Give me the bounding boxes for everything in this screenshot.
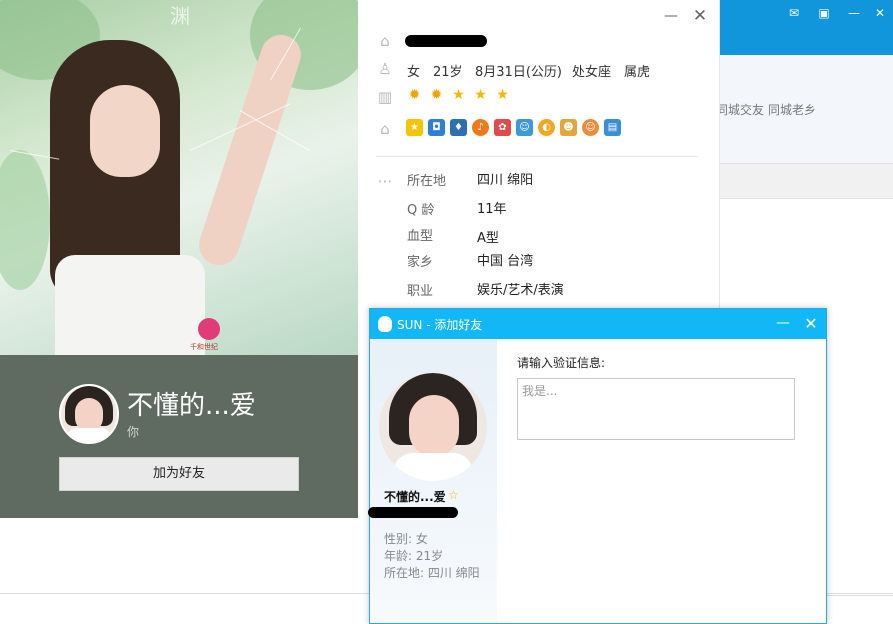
- id-icon[interactable]: ▤: [604, 119, 621, 136]
- age: 21岁: [433, 65, 463, 80]
- constellation: 处女座: [572, 65, 612, 80]
- close-icon[interactable]: ✕: [872, 6, 888, 20]
- dialog-location: 所在地: 四川 绵阳: [384, 566, 480, 580]
- hometown-label: 家乡: [407, 255, 434, 270]
- photo-dress: [55, 255, 205, 355]
- photo-face: [90, 85, 160, 177]
- game-icon[interactable]: ✿: [494, 119, 511, 136]
- avatar-shirt: [67, 428, 111, 442]
- background-title-bar: ✉ ▣ — ✕: [700, 0, 893, 55]
- profile-card: 不懂的...爱 你 加为好友: [0, 355, 358, 518]
- avatar[interactable]: [59, 384, 119, 444]
- hometown-value: 中国 台湾: [477, 254, 534, 269]
- profile-cover-photo: 渊 千和世纪: [0, 0, 358, 355]
- avatar-face: [75, 398, 103, 432]
- avatar[interactable]: [379, 373, 487, 481]
- redacted-qq-number: [368, 507, 458, 518]
- qq-age-value: 11年: [477, 202, 507, 217]
- qq-penguin-icon: [378, 316, 392, 332]
- level-bars-icon: ▥: [377, 88, 393, 106]
- link-hometown[interactable]: 同城老乡: [768, 101, 816, 118]
- photo-arm: [193, 29, 307, 271]
- dialog-age: 年龄: 21岁: [384, 549, 444, 563]
- feedback-icon[interactable]: ✉: [786, 6, 802, 20]
- photo-logo-text: 千和世纪: [190, 343, 218, 351]
- star-icon[interactable]: ★: [472, 87, 489, 104]
- lock-icon[interactable]: ▣: [816, 6, 832, 20]
- star-icon[interactable]: ★: [494, 87, 511, 104]
- dialog-title: SUN - 添加好友: [397, 318, 483, 332]
- foliage: [0, 150, 50, 290]
- profile-info-panel: — ✕ ⌂ ♙ 女 21岁 8月31日(公历) 处女座 属虎 ▥ ✹ ✹ ★ ★…: [358, 0, 720, 310]
- photo-icon[interactable]: ◘: [428, 119, 445, 136]
- more-icon: ⋯: [377, 172, 393, 190]
- face-icon[interactable]: ☺: [582, 119, 599, 136]
- profile-nickname: 不懂的...爱: [127, 391, 256, 421]
- photo-logo-icon: [198, 318, 220, 340]
- redacted-qq-number: [405, 35, 487, 47]
- minimize-icon[interactable]: —: [775, 315, 791, 331]
- link-local-friends[interactable]: 同城交友: [716, 101, 764, 118]
- dialog-profile-sidebar: 不懂的...爱 ☆ 性别: 女 年龄: 21岁 所在地: 四川 绵阳: [368, 339, 497, 623]
- qq-age-label: Q 龄: [407, 203, 435, 218]
- sun-icon[interactable]: ✹: [428, 87, 445, 104]
- dialog-nickname: 不懂的...爱: [384, 490, 446, 504]
- occupation-value: 娱乐/艺术/表演: [477, 283, 564, 298]
- star-icon[interactable]: ★: [450, 87, 467, 104]
- verify-message-input[interactable]: [517, 378, 795, 440]
- background-strip: [700, 163, 893, 199]
- occupation-label: 职业: [407, 284, 434, 299]
- divider: [376, 156, 698, 157]
- gender: 女: [407, 65, 421, 80]
- add-friend-dialog: SUN - 添加好友 — ✕ 不懂的...爱 ☆ 性别: 女 年龄: 21岁 所…: [368, 308, 827, 624]
- shield-icon[interactable]: ♦: [450, 119, 467, 136]
- photo-watermark: 渊: [170, 4, 190, 28]
- chinese-zodiac: 属虎: [624, 65, 651, 80]
- mail-icon[interactable]: ◐: [538, 119, 555, 136]
- tiger-icon[interactable]: ☻: [560, 119, 577, 136]
- minimize-icon[interactable]: —: [846, 6, 862, 20]
- pet-icon[interactable]: ☺: [516, 119, 533, 136]
- add-friend-button[interactable]: 加为好友: [59, 457, 299, 491]
- dialog-title-bar[interactable]: SUN - 添加好友 — ✕: [370, 309, 826, 339]
- person-icon: ♙: [378, 60, 392, 78]
- close-icon[interactable]: ✕: [803, 314, 819, 333]
- avatar-face: [409, 395, 459, 457]
- blood-type-label: 血型: [407, 229, 434, 244]
- profile-signature: 你: [127, 425, 140, 439]
- vip-star-icon[interactable]: ★: [406, 119, 423, 136]
- birthday: 8月31日(公历): [475, 65, 562, 80]
- blood-type-value: A型: [477, 231, 499, 246]
- location-value: 四川 绵阳: [477, 173, 534, 188]
- minimize-icon[interactable]: —: [663, 8, 679, 24]
- music-icon[interactable]: ♪: [472, 119, 489, 136]
- sun-icon[interactable]: ✹: [406, 87, 423, 104]
- verify-prompt-label: 请输入验证信息:: [517, 356, 606, 370]
- star-icon: ☆: [448, 488, 459, 502]
- avatar-shirt: [393, 453, 473, 481]
- badge-house-icon: ⌂: [380, 120, 390, 138]
- qq-penguin-icon: ⌂: [380, 32, 390, 50]
- background-subbar: 同城交友 同城老乡: [700, 55, 893, 163]
- dialog-gender: 性别: 女: [384, 532, 428, 546]
- location-label: 所在地: [407, 174, 447, 189]
- close-icon[interactable]: ✕: [692, 6, 708, 26]
